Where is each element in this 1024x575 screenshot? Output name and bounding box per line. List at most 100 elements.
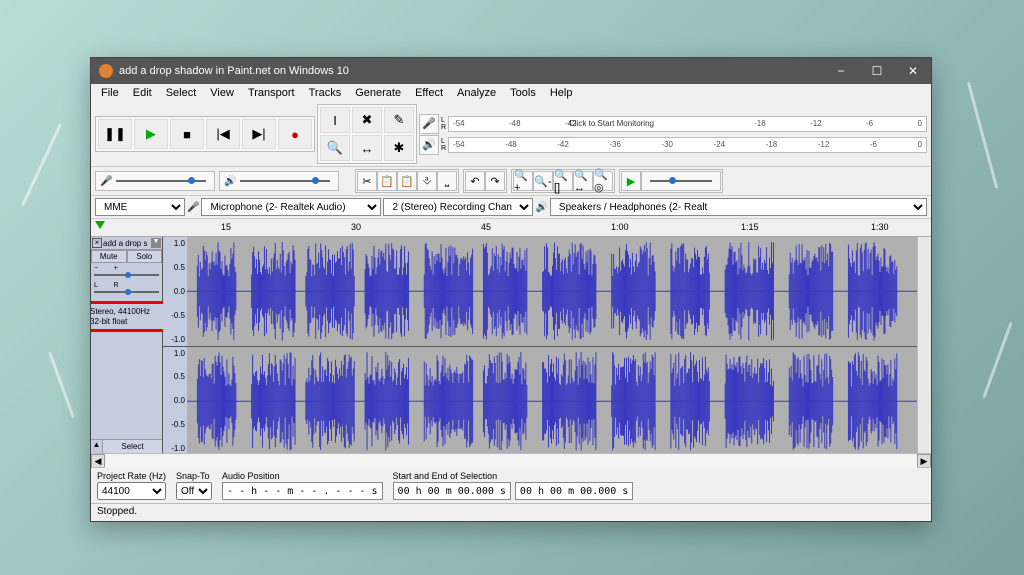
menu-select[interactable]: Select <box>160 86 203 100</box>
device-toolbar: MME 🎤 Microphone (2- Realtek Audio) 2 (S… <box>91 196 931 219</box>
project-rate-label: Project Rate (Hz) <box>97 471 166 481</box>
tools-group: I ✖ ✎ 🔍 ↔ ✱ <box>317 104 417 164</box>
menu-effect[interactable]: Effect <box>409 86 449 100</box>
draw-tool[interactable]: ✎ <box>384 107 414 133</box>
project-rate-select[interactable]: 44100 <box>97 482 166 500</box>
maximize-button[interactable]: ☐ <box>859 58 895 84</box>
menu-tracks[interactable]: Tracks <box>303 86 348 100</box>
status-bar: Stopped. <box>91 503 931 521</box>
paste-button[interactable]: 📋 <box>397 171 417 191</box>
waveform-right[interactable] <box>187 347 917 454</box>
edit-group: ✂ 📋 📋 ⎀ ⎵ <box>355 169 459 193</box>
speaker-device-icon: 🔊 <box>535 202 547 213</box>
envelope-tool[interactable]: ✖ <box>352 107 382 133</box>
rec-ticks: -54-48-42-18-12-60 <box>453 119 922 128</box>
timeline-ruler[interactable]: 15 30 45 1:00 1:15 1:30 <box>91 219 931 237</box>
scale-right-ch: 1.00.50.0-0.5-1.0 <box>163 347 187 454</box>
menu-analyze[interactable]: Analyze <box>451 86 502 100</box>
speaker-icon: 🔊 <box>419 135 439 155</box>
menu-help[interactable]: Help <box>544 86 579 100</box>
meter-hint: Click to Start Monitoring <box>569 119 654 128</box>
track-menu-button[interactable]: ▼ <box>151 238 161 248</box>
undo-button[interactable]: ↶ <box>465 171 485 191</box>
multi-tool[interactable]: ✱ <box>384 135 414 161</box>
track-name[interactable]: add a drop s <box>103 239 150 248</box>
solo-button[interactable]: Solo <box>127 250 163 263</box>
selection-tool[interactable]: I <box>320 107 350 133</box>
track-close-button[interactable]: × <box>92 238 102 248</box>
zoom-in-button[interactable]: 🔍+ <box>513 171 533 191</box>
stop-button[interactable]: ■ <box>170 119 204 149</box>
transport-group: ❚❚ ▶ ■ |◀ ▶| ● <box>95 116 315 152</box>
close-button[interactable]: ✕ <box>895 58 931 84</box>
play-at-speed-button[interactable]: ▶ <box>621 171 641 191</box>
play-speed-slider[interactable] <box>641 171 721 191</box>
track-area: × add a drop s ▼ Mute Solo − + L R Stere… <box>91 237 931 453</box>
vertical-scrollbar[interactable] <box>917 237 931 453</box>
pan-slider[interactable]: L R <box>91 280 162 297</box>
menu-generate[interactable]: Generate <box>349 86 407 100</box>
scroll-right-button[interactable]: ▶ <box>917 454 931 468</box>
menu-file[interactable]: File <box>95 86 125 100</box>
zoom-toggle-button[interactable]: 🔍◎ <box>593 171 613 191</box>
track-control-panel: × add a drop s ▼ Mute Solo − + L R Stere… <box>91 237 163 453</box>
scroll-left-button[interactable]: ◀ <box>91 454 105 468</box>
skip-end-button[interactable]: ▶| <box>242 119 276 149</box>
selection-end[interactable]: 00 h 00 m 00.000 s <box>515 482 633 500</box>
menubar: File Edit Select View Transport Tracks G… <box>91 84 931 102</box>
zoom-sel-button[interactable]: 🔍[] <box>553 171 573 191</box>
track-select-button[interactable]: Select <box>103 440 162 453</box>
pause-button[interactable]: ❚❚ <box>98 119 132 149</box>
zoom-fit-button[interactable]: 🔍↔ <box>573 171 593 191</box>
record-meter[interactable]: Click to Start Monitoring -54-48-42-18-1… <box>448 116 927 132</box>
minimize-button[interactable]: − <box>823 58 859 84</box>
zoom-out-button[interactable]: 🔍- <box>533 171 553 191</box>
menu-view[interactable]: View <box>204 86 240 100</box>
play-button[interactable]: ▶ <box>134 119 168 149</box>
collapse-button[interactable]: ▲ <box>91 440 103 453</box>
rec-volume-slider[interactable]: 🎤 <box>95 171 215 191</box>
mute-button[interactable]: Mute <box>91 250 127 263</box>
snap-select[interactable]: Off <box>176 482 212 500</box>
silence-button[interactable]: ⎵ <box>437 171 457 191</box>
status-text: Stopped. <box>97 506 137 517</box>
copy-button[interactable]: 📋 <box>377 171 397 191</box>
skip-start-button[interactable]: |◀ <box>206 119 240 149</box>
timeshift-tool[interactable]: ↔ <box>352 135 382 161</box>
redo-button[interactable]: ↷ <box>485 171 505 191</box>
record-button[interactable]: ● <box>278 119 312 149</box>
waveform-left[interactable] <box>187 237 917 346</box>
mic-icon: 🎤 <box>419 114 439 134</box>
playhead-icon[interactable] <box>95 221 105 229</box>
channels-select[interactable]: 2 (Stereo) Recording Chan <box>383 198 533 216</box>
audio-host-select[interactable]: MME <box>95 198 185 216</box>
menu-transport[interactable]: Transport <box>242 86 301 100</box>
waveform-column: 1.00.50.0-0.5-1.0 1.00.50.0-0.5-1.0 <box>163 237 917 453</box>
selection-toolbar: Project Rate (Hz) 44100 Snap-To Off Audi… <box>91 467 931 503</box>
selection-range-label: Start and End of Selection <box>393 471 634 481</box>
playback-meter[interactable]: -54-48-42-36-30-24-18-12-60 <box>448 137 927 153</box>
selection-start[interactable]: 00 h 00 m 00.000 s <box>393 482 511 500</box>
mic-device-icon: 🎤 <box>187 202 199 213</box>
zoom-tool[interactable]: 🔍 <box>320 135 350 161</box>
window-title: add a drop shadow in Paint.net on Window… <box>119 65 349 77</box>
horizontal-scrollbar[interactable]: ◀ ▶ <box>91 453 931 467</box>
titlebar[interactable]: add a drop shadow in Paint.net on Window… <box>91 58 931 84</box>
menu-edit[interactable]: Edit <box>127 86 158 100</box>
track-info-highlighted: Stereo, 44100Hz 32-bit float <box>91 301 168 332</box>
cut-button[interactable]: ✂ <box>357 171 377 191</box>
menu-tools[interactable]: Tools <box>504 86 542 100</box>
trim-button[interactable]: ⎀ <box>417 171 437 191</box>
gain-slider[interactable]: − + <box>91 263 162 280</box>
input-device-select[interactable]: Microphone (2- Realtek Audio) <box>201 198 381 216</box>
audio-position-label: Audio Position <box>222 471 383 481</box>
output-device-select[interactable]: Speakers / Headphones (2- Realt <box>550 198 927 216</box>
snap-label: Snap-To <box>176 471 212 481</box>
track-format: Stereo, 44100Hz <box>91 307 163 317</box>
play-volume-slider[interactable]: 🔊 <box>219 171 339 191</box>
app-window: add a drop shadow in Paint.net on Window… <box>90 57 932 522</box>
audio-position-value[interactable]: - - h - - m - - . - - - s <box>222 482 383 500</box>
play-ticks: -54-48-42-36-30-24-18-12-60 <box>453 140 922 149</box>
transport-toolbar: ❚❚ ▶ ■ |◀ ▶| ● I ✖ ✎ 🔍 ↔ ✱ 🎤 LR Click to… <box>91 102 931 167</box>
track-bitdepth: 32-bit float <box>91 317 163 327</box>
